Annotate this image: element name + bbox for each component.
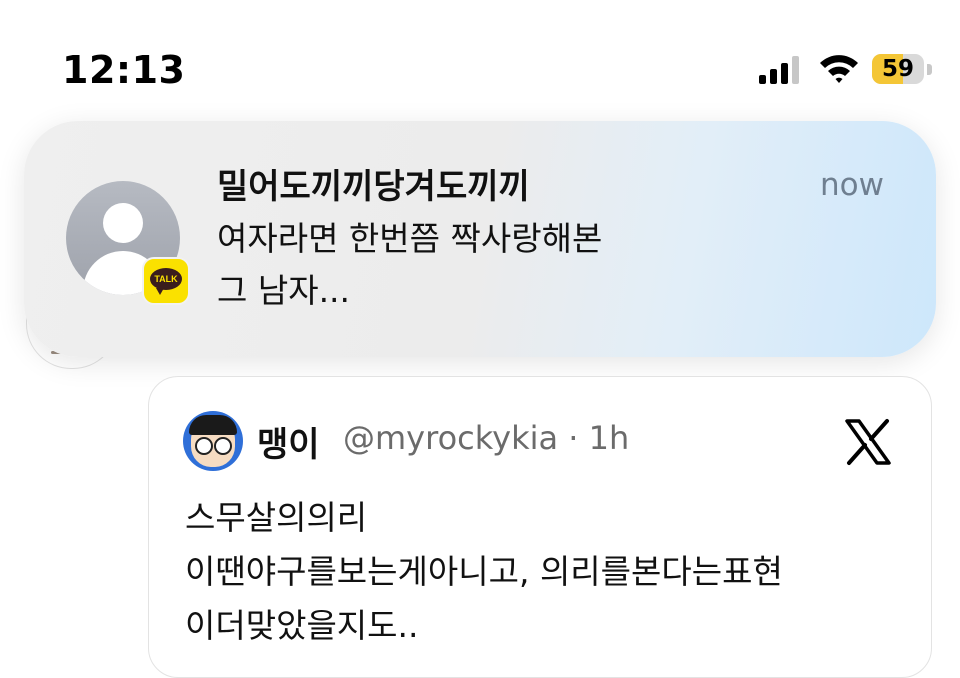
x-logo-icon[interactable] bbox=[843, 417, 893, 467]
embedded-tweet-card[interactable]: 맹이 @myrockykia · 1h 스무살의의리 이땐야구를보는게아니고, … bbox=[148, 376, 932, 678]
notification-body-line: 그 남자... bbox=[217, 271, 351, 310]
status-bar: 12:13 59 bbox=[0, 0, 960, 110]
wifi-icon bbox=[820, 55, 858, 83]
notification-avatar-group: TALK bbox=[66, 181, 190, 305]
notification-title: 밀어도끼끼당겨도끼끼 bbox=[217, 167, 530, 207]
battery-nub bbox=[927, 64, 932, 75]
tweet-text-line: 스무살의의리 bbox=[185, 498, 368, 537]
cellular-signal-icon bbox=[759, 56, 799, 84]
tweet-text-line: 이더맞았을지도.. bbox=[185, 606, 419, 645]
avatar-hair bbox=[189, 415, 237, 435]
tweet-text: 스무살의의리 이땐야구를보는게아니고, 의리를본다는표현 이더맞았을지도.. bbox=[185, 491, 905, 653]
tweet-author-name[interactable]: 맹이 bbox=[257, 417, 320, 466]
talk-badge-label: TALK bbox=[154, 274, 178, 284]
avatar-eye bbox=[195, 437, 213, 455]
tweet-author-avatar[interactable] bbox=[183, 411, 243, 471]
battery-level: 59 bbox=[881, 56, 914, 82]
status-time: 12:13 bbox=[62, 48, 186, 92]
battery-indicator: 59 bbox=[872, 54, 936, 86]
notification-body-line: 여자라면 한번쯤 짝사랑해본 bbox=[217, 219, 603, 258]
kakaotalk-notification-banner[interactable]: TALK 밀어도끼끼당겨도끼끼 now 여자라면 한번쯤 짝사랑해본 그 남자.… bbox=[24, 121, 936, 357]
avatar-eye bbox=[214, 437, 232, 455]
avatar-head-shape bbox=[103, 203, 143, 243]
notification-time: now bbox=[820, 167, 884, 203]
battery-body: 59 bbox=[872, 54, 924, 84]
tweet-text-line: 이땐야구를보는게아니고, 의리를본다는표현 bbox=[185, 552, 783, 591]
notification-body: 여자라면 한번쯤 짝사랑해본 그 남자... bbox=[217, 213, 777, 317]
tweet-handle-time[interactable]: @myrockykia · 1h bbox=[343, 419, 629, 457]
kakaotalk-icon: TALK bbox=[142, 257, 190, 305]
